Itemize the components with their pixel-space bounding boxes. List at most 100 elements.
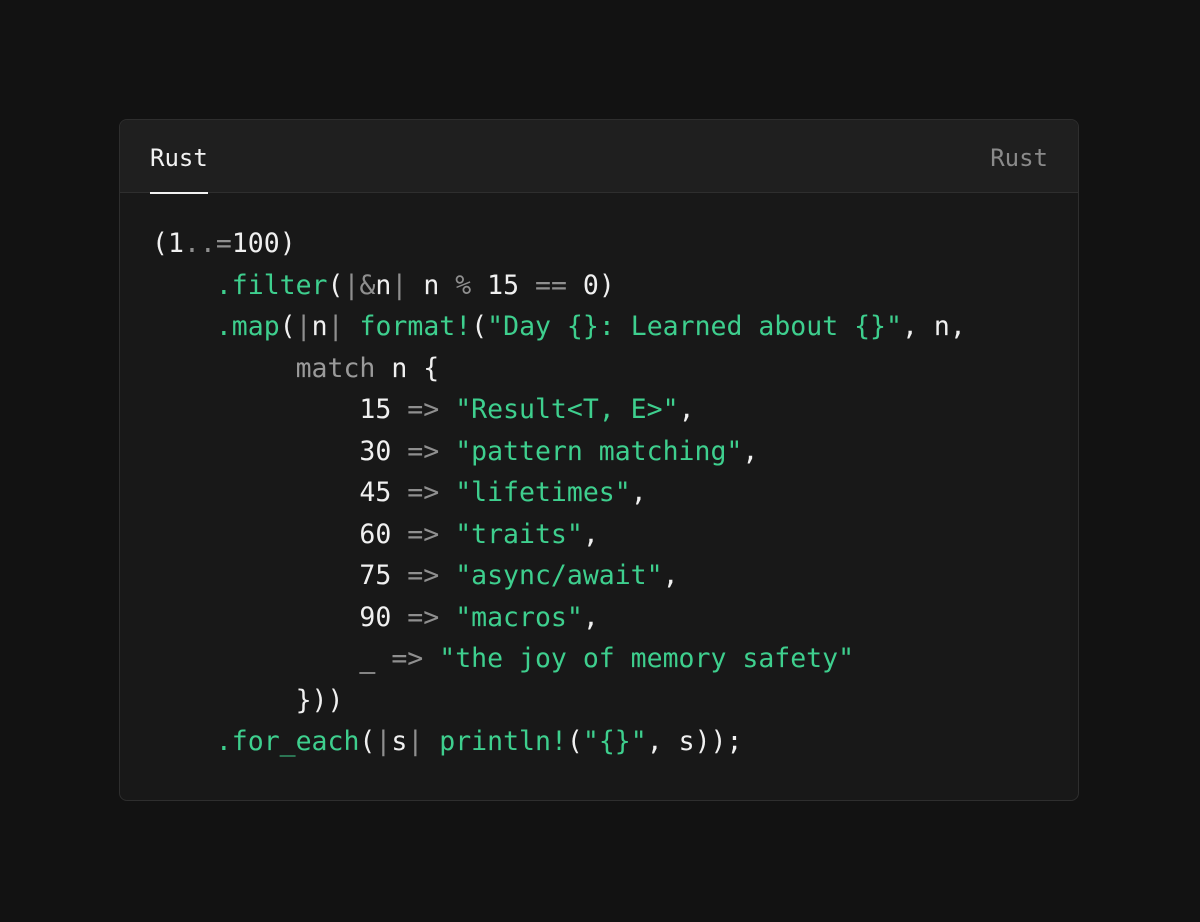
code-token: =>: [407, 435, 440, 467]
code-line: .for_each(|s| println!("{}", s));: [152, 721, 966, 763]
code-token: 0): [566, 269, 615, 301]
code-token: |: [327, 311, 344, 342]
code-line: 60 => "traits",: [152, 514, 966, 556]
code-block-header: Rust Rust: [120, 120, 1078, 194]
code-token: =>: [407, 518, 440, 550]
code-token: , s));: [646, 726, 743, 757]
code-token: "traits": [455, 518, 583, 550]
active-tab-indicator: [150, 192, 208, 194]
code-token: ,: [582, 601, 599, 633]
code-token: "the joy of memory safety": [439, 643, 855, 674]
code-line: .filter(|&n| n % 15 == 0): [152, 265, 966, 307]
code-token: 1: [167, 228, 184, 259]
code-token: (: [327, 269, 344, 301]
code-token: (: [471, 311, 488, 342]
code-token: match: [295, 352, 376, 384]
code-token: %: [455, 269, 472, 301]
code-token: ..: [183, 228, 216, 259]
code-token: (: [359, 726, 376, 757]
code-token: |: [391, 269, 408, 301]
code-token: &: [359, 269, 376, 301]
code-token: |: [407, 726, 424, 757]
code-token: 15: [471, 269, 536, 301]
code-line: _ => "the joy of memory safety": [152, 638, 966, 680]
code-token: , n,: [901, 311, 966, 342]
code-token: 15: [359, 394, 408, 425]
code-token: "pattern matching": [455, 435, 743, 467]
code-block-card: Rust Rust (1..=100) .filter(|&n| n % 15 …: [119, 119, 1079, 801]
code-token: "{}": [582, 726, 647, 757]
code-token: ): [279, 228, 296, 259]
code-token: "async/await": [455, 560, 663, 591]
code-token: (: [279, 311, 296, 342]
code-token: "Result<T, E>": [455, 394, 679, 425]
code-token: s: [391, 726, 408, 757]
code-token: "macros": [455, 601, 583, 633]
code-token: ,: [742, 435, 759, 467]
code-token: =>: [391, 643, 424, 674]
code-token: 60: [359, 518, 408, 550]
code-line: 45 => "lifetimes",: [152, 472, 966, 514]
code-token: n: [311, 311, 328, 342]
code-token: =>: [407, 560, 440, 591]
code-token: "lifetimes": [455, 477, 631, 508]
code-line: .map(|n| format!("Day {}: Learned about …: [152, 306, 966, 348]
code-line: 75 => "async/await",: [152, 555, 966, 597]
code-line: 30 => "pattern matching",: [152, 431, 966, 473]
code-token: |: [343, 269, 360, 301]
code-token: "Day {}: Learned about {}": [487, 311, 902, 342]
code-token: .filter: [215, 269, 328, 301]
tab-label: Rust: [150, 144, 208, 172]
code-token: ,: [630, 477, 647, 508]
code-token: println!: [439, 726, 567, 757]
code-token: 75: [359, 560, 408, 591]
code-token: 45: [359, 477, 408, 508]
code-token: |: [375, 726, 392, 757]
code-token: 30: [359, 435, 408, 467]
code-token: ,: [582, 518, 599, 550]
code-content[interactable]: (1..=100) .filter(|&n| n % 15 == 0) .map…: [152, 223, 966, 763]
code-token: 90: [359, 601, 408, 633]
code-token: n: [375, 269, 392, 301]
code-token: .for_each: [215, 726, 360, 757]
code-line: 15 => "Result<T, E>",: [152, 389, 966, 431]
code-token: =>: [407, 601, 440, 633]
code-token: n: [407, 269, 456, 301]
code-token: =>: [407, 477, 440, 508]
code-line: match n {: [152, 348, 966, 390]
code-token: ,: [662, 560, 679, 591]
code-token: (: [152, 228, 168, 259]
code-line: })): [152, 680, 966, 722]
code-token: 100: [231, 228, 280, 259]
code-token: .map: [215, 311, 280, 342]
code-token: =>: [407, 394, 440, 425]
tab-rust[interactable]: Rust: [150, 120, 208, 194]
language-label: Rust: [990, 144, 1048, 172]
code-line: 90 => "macros",: [152, 597, 966, 639]
code-token: _: [359, 643, 392, 674]
code-token: ,: [678, 394, 695, 425]
code-token: =: [215, 228, 232, 259]
code-token: |: [295, 311, 312, 342]
